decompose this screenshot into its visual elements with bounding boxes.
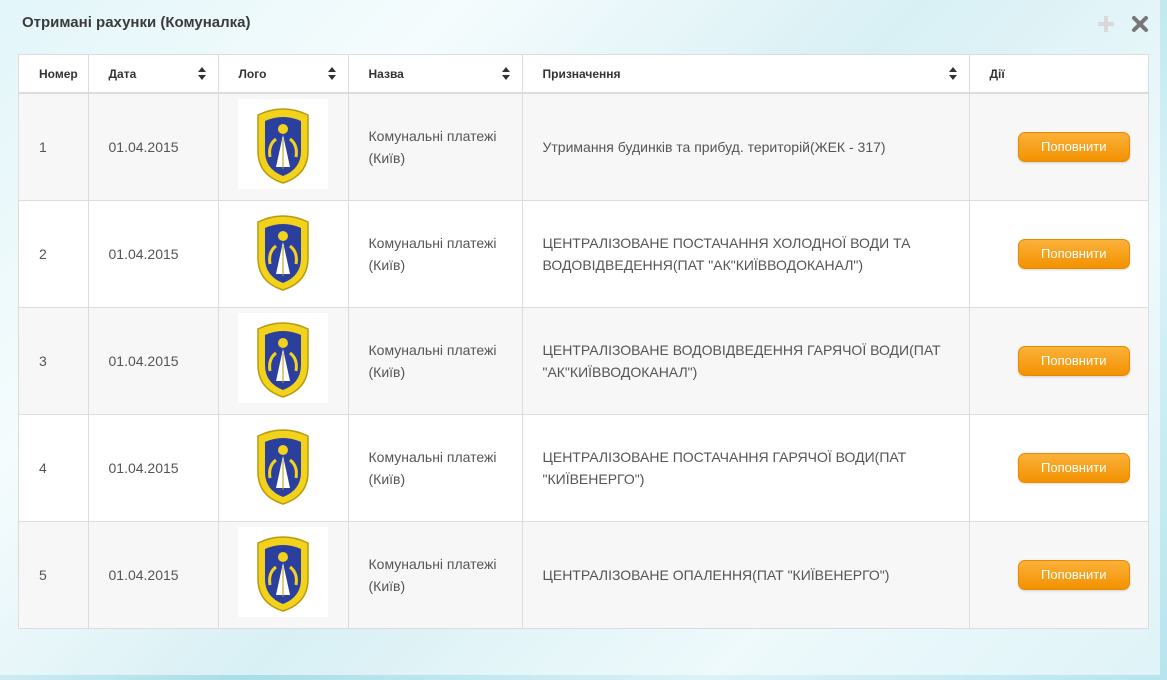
table-row: 3 01.04.2015 Комунальні платежі (Київ) Ц… xyxy=(19,307,1148,415)
kyiv-coat-of-arms-icon xyxy=(238,527,328,617)
header-purpose-label: Призначення xyxy=(542,66,621,81)
sort-icon xyxy=(501,67,510,80)
cell-action: Поповнити xyxy=(969,200,1148,308)
panel-title: Отримані рахунки (Комуналка) xyxy=(22,14,251,31)
topup-button[interactable]: Поповнити xyxy=(1017,346,1130,376)
table-header-row: Номер Дата Лого Назва Призначення Дії xyxy=(19,55,1148,94)
cell-number: 3 xyxy=(19,307,89,415)
cell-date: 01.04.2015 xyxy=(88,93,219,201)
topup-button[interactable]: Поповнити xyxy=(1017,239,1130,269)
cell-purpose: Утримання будинків та прибуд. територій(… xyxy=(522,93,970,201)
panel-header-actions xyxy=(1096,14,1150,34)
cell-date: 01.04.2015 xyxy=(88,200,219,308)
plus-icon[interactable] xyxy=(1096,14,1116,34)
bills-panel: Отримані рахунки (Комуналка) Номер Дата … xyxy=(0,0,1160,675)
header-actions-label: Дії xyxy=(989,66,1005,81)
header-date[interactable]: Дата xyxy=(88,55,219,94)
header-name-label: Назва xyxy=(368,66,404,81)
kyiv-coat-of-arms-icon xyxy=(238,206,328,296)
cell-purpose: ЦЕНТРАЛІЗОВАНЕ ПОСТАЧАННЯ ГАРЯЧОЇ ВОДИ(П… xyxy=(522,414,970,522)
kyiv-coat-of-arms-icon xyxy=(238,420,328,510)
cell-number: 4 xyxy=(19,414,89,522)
header-date-label: Дата xyxy=(108,66,137,81)
bills-table: Номер Дата Лого Назва Призначення Дії 1 … xyxy=(18,54,1149,629)
table-row: 1 01.04.2015 Комунальні платежі (Київ) У… xyxy=(19,93,1148,201)
cell-date: 01.04.2015 xyxy=(88,307,219,415)
cell-action: Поповнити xyxy=(969,521,1148,628)
sort-icon xyxy=(327,67,336,80)
kyiv-coat-of-arms-icon xyxy=(238,313,328,403)
table-row: 2 01.04.2015 Комунальні платежі (Київ) Ц… xyxy=(19,200,1148,308)
cell-action: Поповнити xyxy=(969,414,1148,522)
table-row: 5 01.04.2015 Комунальні платежі (Київ) Ц… xyxy=(19,521,1148,628)
cell-name: Комунальні платежі (Київ) xyxy=(348,93,523,201)
kyiv-coat-of-arms-icon xyxy=(238,99,328,189)
topup-button[interactable]: Поповнити xyxy=(1017,453,1130,483)
cell-name: Комунальні платежі (Київ) xyxy=(348,414,523,522)
topup-button[interactable]: Поповнити xyxy=(1017,560,1130,590)
cell-name: Комунальні платежі (Київ) xyxy=(348,521,523,628)
table-row: 4 01.04.2015 Комунальні платежі (Київ) Ц… xyxy=(19,414,1148,522)
cell-purpose: ЦЕНТРАЛІЗОВАНЕ ОПАЛЕННЯ(ПАТ "КИЇВЕНЕРГО"… xyxy=(522,521,970,628)
cell-logo xyxy=(218,200,349,308)
header-number-label: Номер xyxy=(39,66,78,81)
header-logo-label: Лого xyxy=(238,66,267,81)
cell-purpose: ЦЕНТРАЛІЗОВАНЕ ПОСТАЧАННЯ ХОЛОДНОЇ ВОДИ … xyxy=(522,200,970,308)
cell-action: Поповнити xyxy=(969,307,1148,415)
cell-date: 01.04.2015 xyxy=(88,414,219,522)
sort-icon xyxy=(197,67,206,80)
cell-date: 01.04.2015 xyxy=(88,521,219,628)
cell-logo xyxy=(218,521,349,628)
cell-logo xyxy=(218,307,349,415)
header-logo[interactable]: Лого xyxy=(218,55,349,94)
header-actions: Дії xyxy=(969,55,1148,94)
cell-logo xyxy=(218,93,349,201)
cell-purpose: ЦЕНТРАЛІЗОВАНЕ ВОДОВІДВЕДЕННЯ ГАРЯЧОЇ ВО… xyxy=(522,307,970,415)
cell-action: Поповнити xyxy=(969,93,1148,201)
close-icon[interactable] xyxy=(1130,14,1150,34)
cell-name: Комунальні платежі (Київ) xyxy=(348,200,523,308)
header-name[interactable]: Назва xyxy=(348,55,523,94)
header-number[interactable]: Номер xyxy=(19,55,89,94)
cell-name: Комунальні платежі (Київ) xyxy=(348,307,523,415)
cell-number: 5 xyxy=(19,521,89,628)
topup-button[interactable]: Поповнити xyxy=(1017,132,1130,162)
cell-number: 1 xyxy=(19,93,89,201)
header-purpose[interactable]: Призначення xyxy=(522,55,970,94)
cell-number: 2 xyxy=(19,200,89,308)
cell-logo xyxy=(218,414,349,522)
sort-icon xyxy=(948,67,957,80)
